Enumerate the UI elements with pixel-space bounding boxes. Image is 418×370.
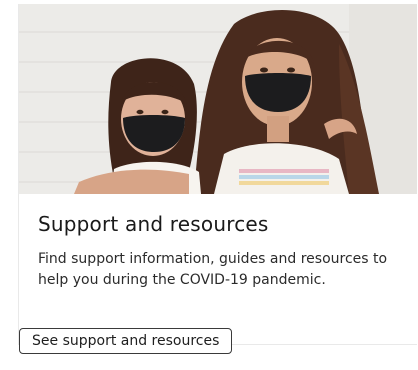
support-resources-card: Support and resources Find support infor… xyxy=(18,4,417,345)
children-in-masks-photo xyxy=(19,4,417,194)
see-support-resources-button[interactable]: See support and resources xyxy=(19,328,233,354)
hero-image xyxy=(19,4,417,194)
card-title: Support and resources xyxy=(38,212,269,236)
card-description: Find support information, guides and res… xyxy=(38,251,388,288)
